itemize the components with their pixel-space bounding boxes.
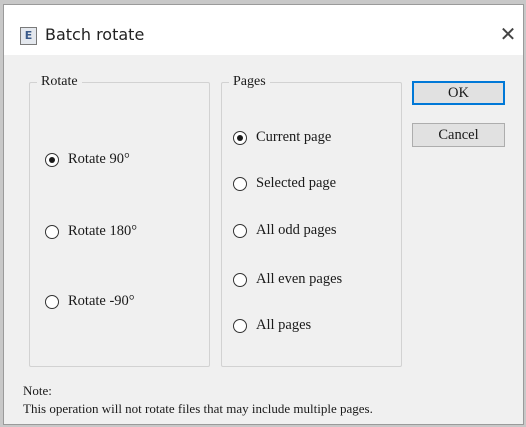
radio-label: Rotate -90° (68, 293, 135, 309)
note-label: Note: (23, 383, 52, 398)
radio-button-icon (233, 223, 247, 238)
radio-current-page[interactable]: Current page (233, 129, 331, 146)
radio-button-icon (233, 130, 247, 145)
cancel-button[interactable]: Cancel (412, 123, 505, 147)
title-bar: E Batch rotate ✕ (4, 5, 523, 55)
radio-label: All odd pages (256, 222, 337, 238)
radio-all-pages[interactable]: All pages (233, 317, 311, 334)
radio-button-icon (233, 176, 247, 191)
radio-all-even-pages[interactable]: All even pages (233, 271, 342, 288)
pages-group-label: Pages (229, 74, 270, 90)
radio-label: Selected page (256, 175, 337, 191)
radio-label: Rotate 180° (68, 223, 138, 239)
radio-label: Current page (256, 129, 332, 145)
radio-button-icon (233, 272, 247, 287)
radio-button-icon (45, 152, 59, 167)
radio-all-odd-pages[interactable]: All odd pages (233, 222, 337, 239)
batch-rotate-dialog: E Batch rotate ✕ Rotate Rotate 90° Rotat… (3, 4, 524, 425)
radio-label: All pages (256, 317, 312, 333)
radio-selected-page[interactable]: Selected page (233, 175, 336, 192)
close-icon[interactable]: ✕ (497, 21, 519, 47)
dialog-title: Batch rotate (45, 25, 145, 44)
note-text: This operation will not rotate files tha… (23, 401, 373, 416)
radio-rotate-minus-90[interactable]: Rotate -90° (45, 293, 135, 310)
app-document-icon: E (20, 27, 37, 45)
rotate-group-label: Rotate (37, 74, 82, 90)
radio-button-icon (45, 294, 59, 309)
radio-button-icon (45, 224, 59, 239)
ok-button[interactable]: OK (412, 81, 505, 105)
radio-label: Rotate 90° (68, 151, 130, 167)
radio-button-icon (233, 318, 247, 333)
radio-rotate-90[interactable]: Rotate 90° (45, 151, 130, 168)
radio-rotate-180[interactable]: Rotate 180° (45, 223, 137, 240)
radio-label: All even pages (256, 271, 343, 287)
